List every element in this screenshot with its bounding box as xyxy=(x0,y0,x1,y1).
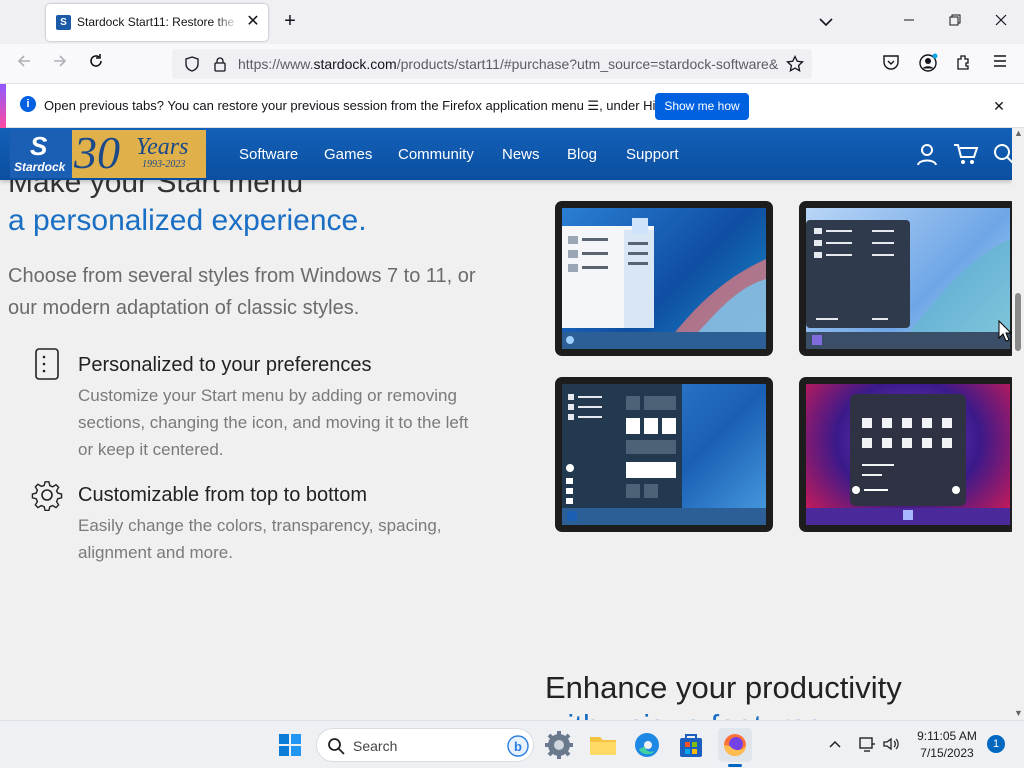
stardock-s-logo-icon: S xyxy=(30,131,48,161)
mouse-cursor-icon xyxy=(998,319,1013,347)
app-menu-icon[interactable] xyxy=(989,53,1011,75)
extensions-icon[interactable] xyxy=(953,53,975,75)
firefox-view-icon[interactable] xyxy=(8,11,30,33)
screenshot-image xyxy=(806,208,1010,349)
active-app-indicator xyxy=(728,764,742,767)
magnifier-icon xyxy=(327,737,345,760)
forward-icon[interactable] xyxy=(49,53,71,75)
site-header: S Stardock 30 Years 1993-2023 Software G… xyxy=(0,128,1012,180)
tab-title: Stardock Start11: Restore the Classic St… xyxy=(77,15,239,29)
list-all-tabs-icon[interactable] xyxy=(816,12,836,32)
clock-time[interactable]: 9:11:05 AM xyxy=(910,729,984,743)
menu-games[interactable]: Games xyxy=(324,128,372,180)
notification-text: Open previous tabs? You can restore your… xyxy=(44,98,687,113)
pocket-icon[interactable] xyxy=(880,53,902,75)
reload-icon[interactable] xyxy=(85,53,107,75)
intro-paragraph: Choose from several styles from Windows … xyxy=(8,265,476,319)
menu-software[interactable]: Software xyxy=(239,128,298,180)
new-tab-icon[interactable]: + xyxy=(280,11,300,31)
menu-blog[interactable]: Blog xyxy=(567,128,597,180)
svg-text:b: b xyxy=(514,739,522,754)
show-hidden-icons-chevron-icon[interactable] xyxy=(828,737,842,756)
restore-session-notification: i Open previous tabs? You can restore yo… xyxy=(0,84,1024,128)
feature-title: Personalized to your preferences xyxy=(78,354,372,376)
feature-description: Easily change the colors, transparency, … xyxy=(78,516,442,562)
start-style-screenshot[interactable] xyxy=(555,201,773,356)
screenshot-image xyxy=(562,208,766,349)
back-icon[interactable] xyxy=(13,53,35,75)
screenshot-image xyxy=(806,384,1010,525)
feature-title: Customizable from top to bottom xyxy=(78,484,368,506)
notification-center-badge[interactable]: 1 xyxy=(987,735,1005,753)
tab-bar: S Stardock Start11: Restore the Classic … xyxy=(0,0,1024,44)
network-icon[interactable] xyxy=(858,735,876,758)
site-search-icon[interactable] xyxy=(992,142,1012,166)
start-style-screenshot[interactable] xyxy=(799,377,1017,532)
next-section-heading: Enhance your productivity xyxy=(545,670,902,705)
gear-icon xyxy=(31,479,63,516)
notification-accent-bar xyxy=(0,84,6,128)
url-domain: stardock.com xyxy=(313,56,397,72)
settings-gear-app-icon[interactable] xyxy=(543,729,575,761)
address-bar[interactable]: https://www.stardock.com/products/start1… xyxy=(172,49,812,79)
section-heading-line2: a personalized experience. xyxy=(8,204,367,237)
logo-range: 1993-2023 xyxy=(142,159,186,170)
minimize-icon[interactable] xyxy=(886,0,932,44)
url-path: /products/start11/#purchase?utm_source=s… xyxy=(396,56,778,72)
microsoft-store-icon[interactable] xyxy=(675,729,707,761)
start-style-screenshot[interactable] xyxy=(555,377,773,532)
page-content: Make your Start menu a personalized expe… xyxy=(0,128,1024,720)
file-explorer-icon[interactable] xyxy=(587,729,619,761)
logo-years: Years xyxy=(136,134,189,160)
page-scrollbar[interactable]: ▲ ▼ xyxy=(1012,128,1024,720)
taskbar-search-box[interactable]: Search b xyxy=(316,728,534,762)
account-icon[interactable] xyxy=(917,53,939,75)
info-icon: i xyxy=(20,96,36,112)
url-prefix: https://www. xyxy=(238,56,314,72)
cart-icon[interactable] xyxy=(953,142,979,166)
menu-community[interactable]: Community xyxy=(398,128,474,180)
bookmark-star-icon[interactable] xyxy=(786,54,804,78)
feature-description: Customize your Start menu by adding or r… xyxy=(78,386,469,459)
notification-close-icon[interactable]: ✕ xyxy=(990,97,1008,115)
start-windows-icon[interactable] xyxy=(274,729,306,761)
scroll-down-icon[interactable]: ▼ xyxy=(1014,708,1023,718)
url-text[interactable]: https://www.stardock.com/products/start1… xyxy=(238,56,778,73)
tracking-protection-shield-icon[interactable] xyxy=(184,56,200,77)
phone-layout-icon xyxy=(34,348,60,385)
logo-number: 30 xyxy=(74,128,120,178)
start-style-screenshot[interactable] xyxy=(799,201,1017,356)
user-account-icon[interactable] xyxy=(915,142,939,166)
stardock-favicon-icon: S xyxy=(56,15,71,30)
tab-active[interactable]: S Stardock Start11: Restore the Classic … xyxy=(46,4,268,41)
bing-chat-icon[interactable]: b xyxy=(507,735,529,762)
lock-icon[interactable] xyxy=(212,56,228,77)
scrollbar-thumb[interactable] xyxy=(1015,293,1021,351)
firefox-taskbar-icon[interactable] xyxy=(718,728,752,767)
next-section-subheading: with unique features xyxy=(545,708,822,720)
scroll-up-icon[interactable]: ▲ xyxy=(1014,128,1023,138)
screenshot-image xyxy=(562,384,766,525)
tab-close-icon[interactable]: ✕ xyxy=(244,13,262,31)
menu-support[interactable]: Support xyxy=(626,128,679,180)
volume-icon[interactable] xyxy=(882,735,900,758)
clock-date[interactable]: 7/15/2023 xyxy=(910,746,984,760)
restore-icon[interactable] xyxy=(932,0,978,44)
search-placeholder: Search xyxy=(353,738,398,754)
edge-browser-icon[interactable] xyxy=(631,729,663,761)
stardock-30-years-logo[interactable]: S Stardock 30 Years 1993-2023 xyxy=(10,130,206,178)
menu-news[interactable]: News xyxy=(502,128,540,180)
show-me-how-button[interactable]: Show me how xyxy=(655,93,749,120)
navigation-toolbar: https://www.stardock.com/products/start1… xyxy=(0,44,1024,84)
windows-taskbar: Search b 9:11:05 AM 7/15/2023 1 xyxy=(0,720,1024,768)
close-window-icon[interactable] xyxy=(978,0,1024,44)
logo-name: Stardock xyxy=(14,160,66,174)
